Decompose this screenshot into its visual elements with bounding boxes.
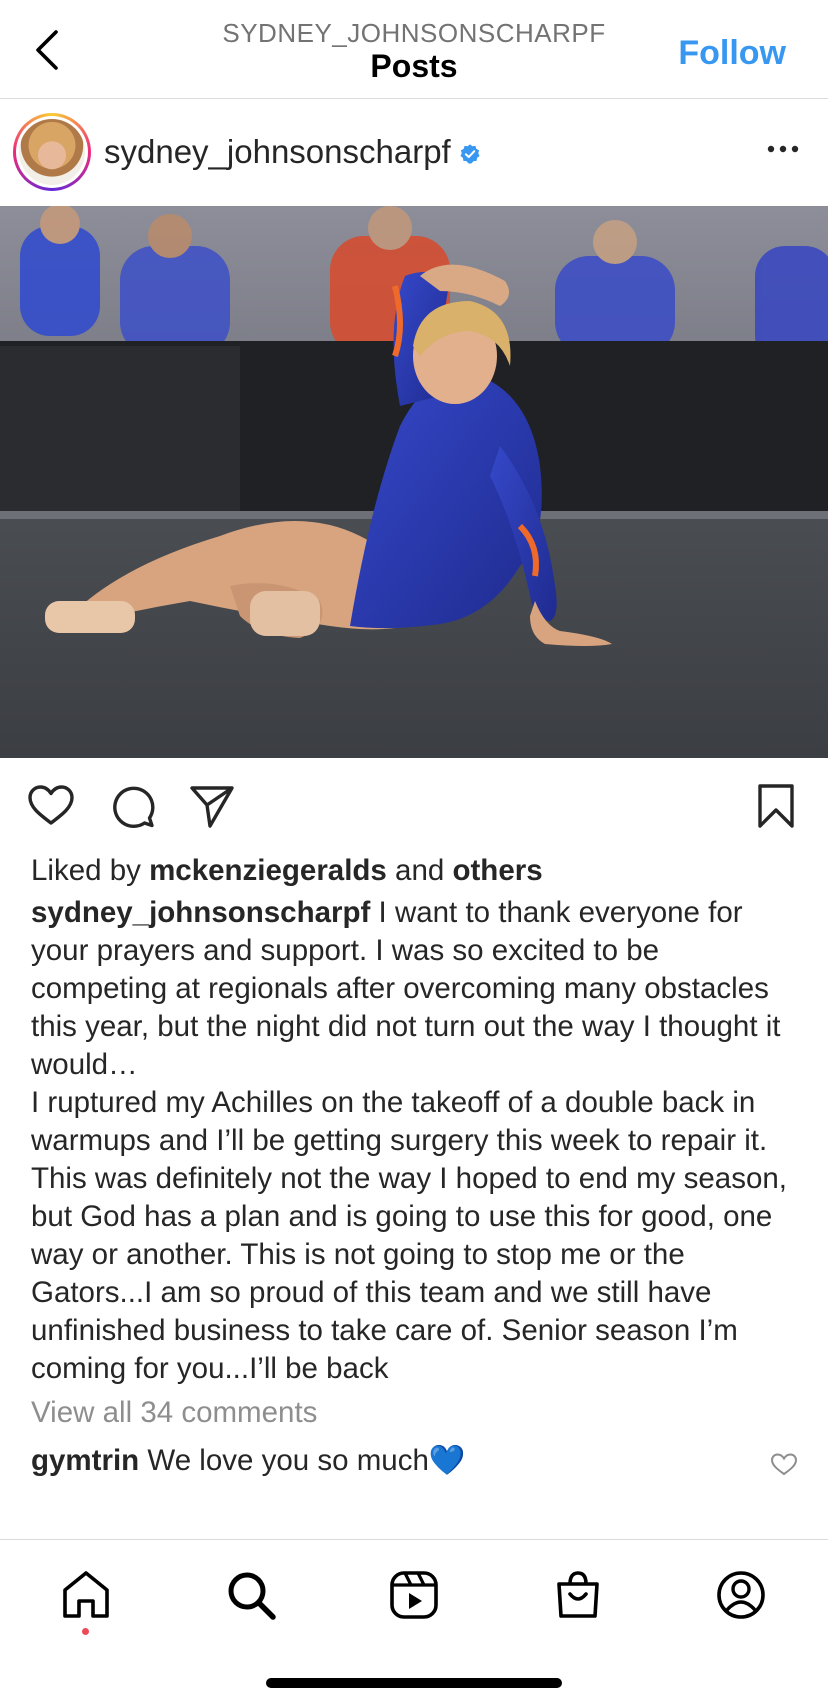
home-icon bbox=[63, 1571, 109, 1618]
comment-like-icon[interactable] bbox=[770, 1452, 798, 1476]
view-all-comments-link[interactable]: View all 34 comments bbox=[31, 1394, 798, 1432]
post-text-area: Liked by mckenziegeralds and others sydn… bbox=[31, 852, 798, 1480]
post-photo[interactable] bbox=[0, 206, 828, 758]
comment-icon bbox=[113, 786, 155, 828]
post-username-row[interactable]: sydney_johnsonscharpf bbox=[104, 133, 481, 171]
shop-icon bbox=[557, 1571, 599, 1618]
save-button[interactable] bbox=[752, 782, 800, 830]
top-nav-bar: SYDNEY_JOHNSONSCHARPF Posts Follow bbox=[0, 0, 828, 99]
verified-badge-icon bbox=[460, 144, 480, 164]
comment-row: gymtrin We love you so much💙 bbox=[31, 1442, 798, 1480]
tab-profile[interactable] bbox=[714, 1568, 768, 1622]
story-ring[interactable] bbox=[13, 113, 91, 191]
instagram-post-screen: SYDNEY_JOHNSONSCHARPF Posts Follow sydne… bbox=[0, 0, 828, 1706]
likes-user[interactable]: mckenziegeralds bbox=[149, 854, 387, 887]
caption-username[interactable]: sydney_johnsonscharpf bbox=[31, 896, 370, 929]
post-username[interactable]: sydney_johnsonscharpf bbox=[104, 133, 451, 170]
send-icon bbox=[190, 786, 234, 828]
heart-icon bbox=[28, 785, 74, 825]
home-indicator[interactable] bbox=[266, 1678, 562, 1688]
tab-reels[interactable] bbox=[387, 1568, 441, 1622]
gymnast-photo-illustration bbox=[0, 206, 828, 758]
share-button[interactable] bbox=[188, 782, 236, 830]
likes-middle: and bbox=[386, 854, 453, 887]
avatar bbox=[19, 119, 85, 185]
bookmark-icon bbox=[758, 784, 794, 828]
comment-username[interactable]: gymtrin bbox=[31, 1444, 139, 1477]
home-notification-dot bbox=[82, 1628, 89, 1635]
avatar-frame bbox=[16, 116, 88, 188]
post-header: sydney_johnsonscharpf bbox=[0, 99, 828, 206]
comment-button[interactable] bbox=[108, 782, 156, 830]
caption-paragraph-2: I ruptured my Achilles on the takeoff of… bbox=[31, 1086, 787, 1385]
more-horizontal-icon bbox=[767, 145, 799, 153]
likes-prefix: Liked by bbox=[31, 854, 150, 887]
tab-home[interactable] bbox=[59, 1568, 113, 1622]
more-options-button[interactable] bbox=[766, 139, 800, 159]
like-button[interactable] bbox=[27, 782, 75, 830]
tab-search[interactable] bbox=[224, 1568, 278, 1622]
post-actions bbox=[0, 776, 828, 836]
likes-line[interactable]: Liked by mckenziegeralds and others bbox=[31, 852, 798, 890]
likes-others[interactable]: others bbox=[452, 854, 542, 887]
search-icon bbox=[228, 1572, 276, 1620]
reels-icon bbox=[390, 1571, 438, 1619]
follow-button[interactable]: Follow bbox=[678, 34, 786, 73]
tab-shop[interactable] bbox=[551, 1568, 605, 1622]
caption: sydney_johnsonscharpf I want to thank ev… bbox=[31, 894, 798, 1084]
comment-text: We love you so much💙 bbox=[147, 1444, 466, 1477]
profile-icon bbox=[717, 1571, 765, 1619]
